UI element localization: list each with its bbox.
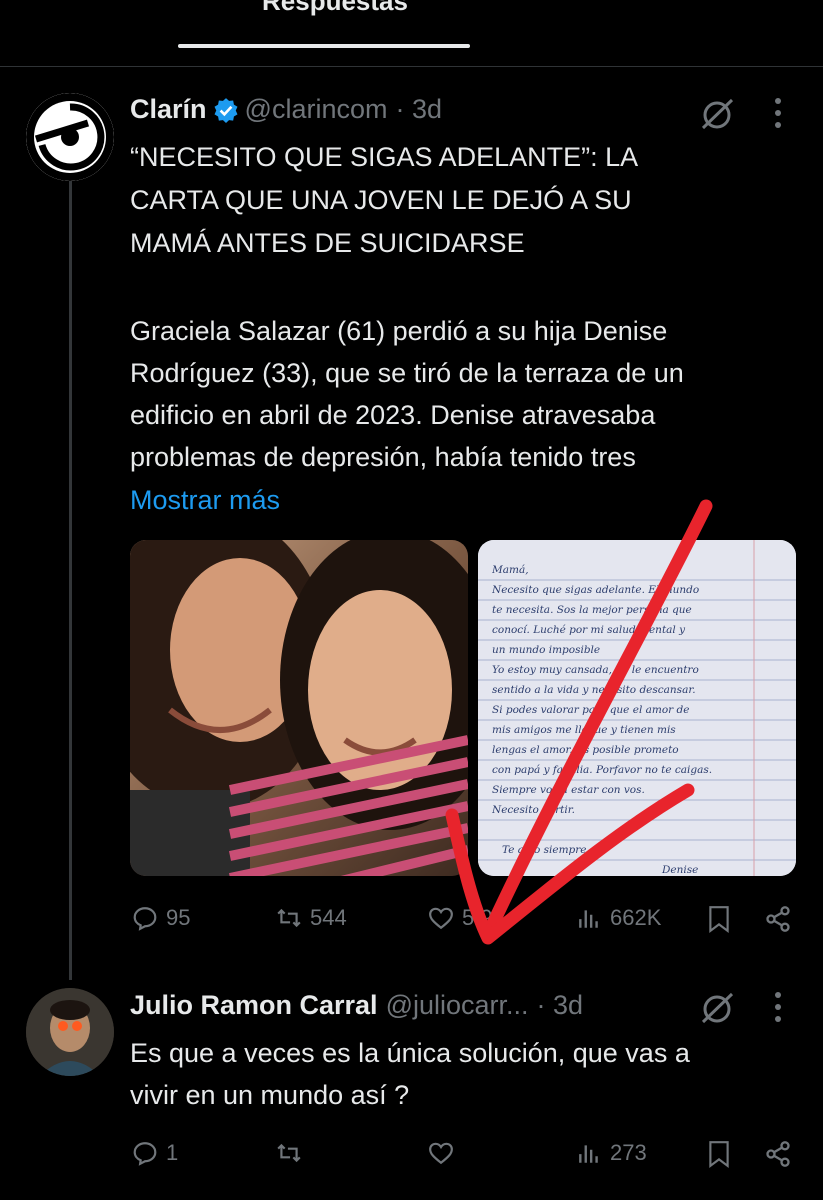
letter-line: mis amigos me llegue y tienen mis [492,724,676,736]
letter-line: Siempre voy a estar con vos. [492,784,645,796]
body-line: Rodríguez (33), que se tiró de la terraz… [130,358,684,388]
tab-icon-media[interactable] [540,0,570,10]
tab-icon-left[interactable] [72,0,102,10]
author-handle[interactable]: @clarincom [245,94,388,125]
tab-bar: Respuestas [0,0,823,67]
body-line: problemas de depresión, había tenido tre… [130,442,636,472]
media-photo-selfie[interactable] [130,540,468,876]
repost-button[interactable]: 544 [276,905,347,931]
verified-badge-icon [214,97,238,123]
reply-author-handle[interactable]: @juliocarr... [386,990,529,1021]
share-icon[interactable] [764,1140,792,1168]
letter-line: lengas el amor. Es posible prometo [492,744,679,756]
reply-button[interactable]: 95 [132,905,190,931]
avatar-photo [26,988,114,1076]
reply-line: Es que a veces es la única solución, que… [130,1038,690,1068]
letter-line: Yo estoy muy cansada, no le encuentro [492,664,699,676]
letter-line: sentido a la vida y necesito descansar. [492,684,696,696]
reply-reply-count: 1 [166,1140,179,1165]
media-photo-letter[interactable]: Mamá, Necesito que sigas adelante. El mu… [478,540,796,876]
more-options-icon[interactable] [768,990,788,1024]
author-name[interactable]: Clarín [130,94,207,125]
like-count: 5.9 [462,905,493,930]
repost-count: 544 [310,905,347,930]
thread-line [69,180,72,980]
bookmark-icon[interactable] [706,1140,732,1168]
repost-icon [277,1143,301,1163]
avatar-clarin[interactable] [26,93,114,181]
post-headline: “NECESITO QUE SIGAS ADELANTE”: LA CARTA … [130,136,638,265]
post-time[interactable]: · 3d [395,94,442,125]
letter-signature: Denise [662,864,699,876]
body-line: edificio en abril de 2023. Denise atrave… [130,400,656,430]
more-options-icon[interactable] [768,96,788,130]
reply-repost-button[interactable] [276,1140,310,1166]
letter-line: Necesito partir. [492,804,575,816]
views-count: 662K [610,905,662,930]
views-icon [579,1145,598,1163]
letter-line: Si podes valorar para que el amor de [492,704,690,716]
bookmark-icon[interactable] [706,905,732,933]
letter-line: Necesito que sigas adelante. El mundo [492,584,700,596]
letter-line: conocí. Luché por mi salud mental y [492,624,686,636]
reply-views-count: 273 [610,1140,647,1165]
views-button[interactable]: 662K [576,905,661,931]
reply-author-name[interactable]: Julio Ramon Carral [130,990,378,1021]
reply-header: Julio Ramon Carral @juliocarr... · 3d [130,990,583,1021]
tab-icon-chat[interactable] [214,0,244,10]
reply-text: Es que a veces es la única solución, que… [130,1032,690,1116]
avatar-julio[interactable] [26,988,114,1076]
reply-count: 95 [166,905,191,930]
reply-reply-button[interactable]: 1 [132,1140,178,1166]
letter-line [492,820,782,840]
headline-line: “NECESITO QUE SIGAS ADELANTE”: LA [130,142,639,172]
grok-icon[interactable] [698,96,738,132]
reply-time[interactable]: · 3d [537,990,584,1021]
reply-views-button[interactable]: 273 [576,1140,647,1166]
letter-line: un mundo imposible [492,644,601,656]
tab-replies[interactable]: Respuestas [262,0,408,17]
letter-line: con papá y familia. Porfavor no te caiga… [492,764,713,776]
post-body: Graciela Salazar (61) perdió a su hija D… [130,310,684,478]
grok-icon[interactable] [698,990,738,1026]
letter-line: Te amo siempre, [502,844,590,856]
active-tab-indicator [178,44,470,48]
headline-line: CARTA QUE UNA JOVEN LE DEJÓ A SU [130,185,632,215]
letter-line: te necesita. Sos la mejor persona que [492,604,692,616]
body-line: Graciela Salazar (61) perdió a su hija D… [130,316,668,346]
headline-line: MAMÁ ANTES DE SUICIDARSE [130,228,525,258]
tab-icon-video[interactable] [720,0,750,10]
reply-icon [133,907,157,931]
show-more-link[interactable]: Mostrar más [130,485,280,516]
views-icon [579,910,598,928]
reply-icon [133,1142,157,1166]
share-icon[interactable] [764,905,792,933]
repost-icon [277,908,301,928]
reply-line: vivir en un mundo así ? [130,1080,410,1110]
like-icon [429,907,453,930]
letter-handwriting: Mamá, Necesito que sigas adelante. El mu… [492,560,782,876]
like-icon [429,1142,453,1165]
clarin-logo [26,93,114,181]
like-button[interactable]: 5.9 [428,905,493,931]
reply-like-button[interactable] [428,1140,462,1166]
post-header: Clarín @clarincom · 3d [130,94,442,125]
letter-line: Mamá, [492,564,529,576]
